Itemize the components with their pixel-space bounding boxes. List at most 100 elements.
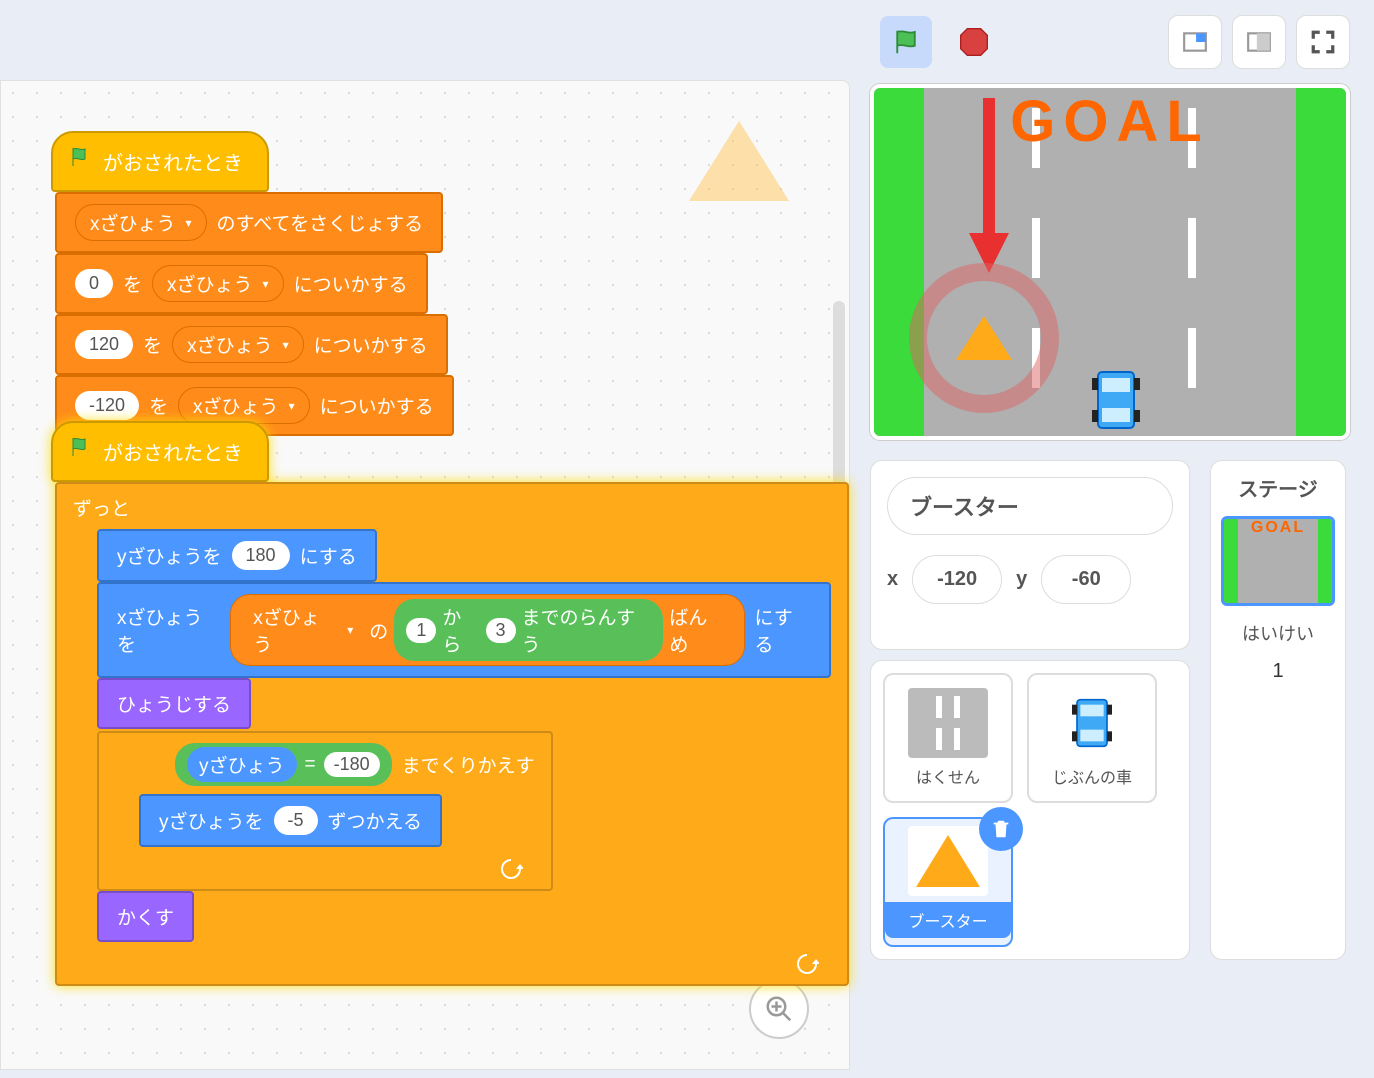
list-dropdown[interactable]: xざひょう [75, 204, 207, 241]
backdrop-count: 1 [1272, 660, 1283, 683]
list-dropdown[interactable]: xざひょう [178, 387, 310, 424]
green-flag-icon [69, 435, 93, 459]
fullscreen-button[interactable] [1296, 15, 1350, 69]
equals-label: = [305, 754, 316, 776]
stage-thumbnail[interactable]: GOAL [1221, 516, 1335, 606]
block-text: のすべてをさくじょする [217, 209, 424, 236]
green-flag-button[interactable] [880, 16, 932, 68]
block-text: を [149, 392, 168, 419]
value-input[interactable]: 1 [406, 618, 436, 643]
backdrop-label: はいけい [1242, 620, 1314, 646]
stage-header [870, 14, 1350, 70]
sprite-item-booster[interactable]: ブースター [883, 817, 1013, 947]
change-y-block[interactable]: yざひょうを -5 ずつかえる [139, 794, 442, 847]
value-input[interactable]: 120 [75, 330, 133, 359]
block-text: までくりかえす [402, 751, 535, 778]
show-block[interactable]: ひょうじする [97, 678, 251, 729]
watermark-sprite-icon [689, 121, 789, 201]
x-label: x [887, 568, 898, 591]
block-text: から [442, 603, 479, 657]
large-stage-icon [1246, 29, 1272, 55]
car-sprite[interactable] [1092, 368, 1140, 432]
trash-icon [990, 818, 1012, 840]
large-stage-button[interactable] [1232, 15, 1286, 69]
value-input[interactable]: 0 [75, 269, 113, 298]
repeat-until-block[interactable]: yざひょう = -180 までくりかえす yざひょうを -5 ずつかえる [97, 731, 553, 891]
block-text: についかする [320, 392, 434, 419]
value-input[interactable]: -180 [324, 752, 380, 777]
car-icon [1072, 696, 1112, 750]
zoom-in-button[interactable] [749, 979, 809, 1039]
add-to-list-block[interactable]: 120 を xざひょう についかする [55, 314, 448, 375]
loop-arrow-icon [73, 950, 831, 978]
value-input[interactable]: 3 [486, 618, 516, 643]
block-text: ひょうじする [117, 690, 231, 717]
list-dropdown[interactable]: xざひょう [152, 265, 284, 302]
value-input[interactable]: -120 [75, 391, 139, 420]
block-text: ばんめ [669, 603, 725, 657]
sprite-label: はくせん [916, 764, 980, 788]
item-of-list-reporter[interactable]: xざひょう の 1 から 3 までのらんすう ばんめ [230, 594, 744, 666]
sprite-label: ブースター [885, 902, 1011, 938]
block-text: かくす [117, 903, 174, 930]
block-text: を [143, 331, 162, 358]
value-input[interactable]: 180 [232, 541, 290, 570]
y-value-input[interactable]: -60 [1041, 555, 1131, 604]
script-stack-2[interactable]: がおされたとき ずっと yざひょうを 180 にする xざひょうを xざひょう … [41, 421, 849, 986]
forever-label: ずっと [73, 494, 831, 521]
when-flag-clicked-block[interactable]: がおされたとき [51, 131, 269, 192]
scripts-workspace[interactable]: がおされたとき xざひょう のすべてをさくじょする 0 を xざひょう についか… [0, 80, 850, 1070]
goal-text: GOAL [874, 88, 1346, 155]
block-text: yざひょうを [117, 542, 222, 569]
sprite-thumb [908, 826, 988, 896]
small-stage-icon [1182, 29, 1208, 55]
list-dropdown[interactable]: xざひょう [243, 601, 363, 659]
set-x-block[interactable]: xざひょうを xざひょう の 1 から 3 までのらんすう ばんめ にする [97, 582, 831, 678]
stop-icon [958, 26, 990, 58]
sprite-thumb [1052, 688, 1132, 758]
when-flag-clicked-block[interactable]: がおされたとき [51, 421, 269, 482]
add-to-list-block[interactable]: 0 を xざひょう についかする [55, 253, 428, 314]
block-text: ずつかえる [328, 807, 422, 834]
y-position-reporter[interactable]: yざひょう [187, 747, 297, 782]
block-text: についかする [314, 331, 428, 358]
green-flag-icon [891, 27, 921, 57]
sprite-list-panel: はくせん じぶんの車 ブースター [870, 660, 1190, 960]
y-label: y [1016, 568, 1027, 591]
goal-text-small: GOAL [1224, 519, 1332, 537]
forever-block[interactable]: ずっと yざひょうを 180 にする xざひょうを xざひょう の 1 から [55, 482, 849, 986]
triangle-icon [956, 316, 1012, 360]
fullscreen-icon [1310, 29, 1336, 55]
stage-selector-panel: ステージ GOAL はいけい 1 [1210, 460, 1346, 960]
sprite-label: じぶんの車 [1052, 764, 1132, 788]
value-input[interactable]: -5 [274, 806, 318, 835]
sprite-name-input[interactable]: ブースター [887, 477, 1173, 535]
sprite-thumb [908, 688, 988, 758]
equals-operator[interactable]: yざひょう = -180 [175, 743, 392, 786]
sprite-item-car[interactable]: じぶんの車 [1027, 673, 1157, 803]
x-value-input[interactable]: -120 [912, 555, 1002, 604]
delete-all-of-list-block[interactable]: xざひょう のすべてをさくじょする [55, 192, 443, 253]
hide-block[interactable]: かくす [97, 891, 194, 942]
sprite-item-hakusen[interactable]: はくせん [883, 673, 1013, 803]
script-stack-1[interactable]: がおされたとき xざひょう のすべてをさくじょする 0 を xざひょう についか… [41, 131, 454, 436]
small-stage-button[interactable] [1168, 15, 1222, 69]
sprite-info-panel: ブースター x -120 y -60 [870, 460, 1190, 650]
block-text: xざひょうを [117, 603, 220, 657]
hat-label: がおされたとき [103, 443, 243, 465]
stop-button[interactable] [948, 16, 1000, 68]
set-y-block[interactable]: yざひょうを 180 にする [97, 529, 377, 582]
block-text: までのらんすう [522, 603, 652, 657]
lane-marking [1032, 218, 1040, 278]
block-text: を [123, 270, 142, 297]
pick-random-reporter[interactable]: 1 から 3 までのらんすう [394, 599, 663, 661]
loop-arrow-icon [115, 855, 535, 883]
delete-sprite-button[interactable] [979, 807, 1023, 851]
green-flag-icon [69, 145, 93, 169]
list-dropdown[interactable]: xざひょう [172, 326, 304, 363]
stage-canvas[interactable]: GOAL [870, 84, 1350, 440]
block-text: にする [300, 542, 357, 569]
stage-panel-title: ステージ [1238, 473, 1318, 502]
booster-sprite[interactable] [909, 263, 1059, 413]
red-arrow-icon [964, 98, 1014, 278]
